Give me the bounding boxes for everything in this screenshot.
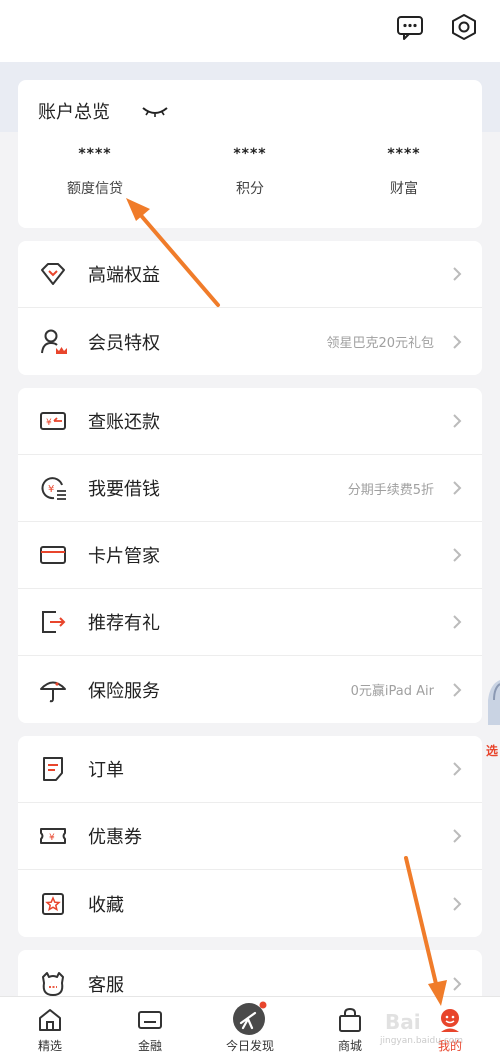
- bill-repay-icon: ¥: [40, 412, 66, 430]
- coupon-icon: ¥: [40, 828, 66, 844]
- menu-item-insurance[interactable]: 保险服务 0元赢iPad Air: [18, 656, 482, 723]
- menu-item-bill-repayment[interactable]: ¥ 查账还款: [18, 388, 482, 455]
- order-list-icon: [43, 757, 63, 781]
- tab-label: 金融: [137, 1039, 162, 1053]
- svg-text:¥: ¥: [49, 833, 55, 843]
- chevron-right-icon: [453, 334, 462, 349]
- tab-label: 精选: [37, 1039, 62, 1053]
- menu-item-referral-rewards[interactable]: 推荐有礼: [18, 589, 482, 656]
- screen: 账户总览 **** 额度信贷 **** 积分 **** 财富 高端权益 会员特权…: [0, 0, 500, 1058]
- stat-credit[interactable]: **** 额度信贷: [35, 146, 155, 198]
- stat-credit-value: ****: [78, 146, 112, 162]
- home-icon: [39, 1009, 61, 1031]
- tab-home[interactable]: 精选: [0, 997, 100, 1058]
- star-favorite-icon: [42, 892, 64, 915]
- menu-item-borrow-money[interactable]: ¥ 我要借钱 分期手续费5折: [18, 455, 482, 522]
- menu-item-card-manager[interactable]: 卡片管家: [18, 522, 482, 589]
- chevron-right-icon: [453, 414, 462, 428]
- chevron-right-icon: [453, 481, 462, 495]
- side-floating-ad[interactable]: 选: [484, 670, 500, 760]
- stat-points[interactable]: **** 积分: [190, 146, 310, 198]
- loan-icon: ¥: [41, 477, 66, 500]
- menu-item-orders[interactable]: 订单: [18, 736, 482, 803]
- menu-label: 优惠券: [88, 827, 142, 848]
- menu-label: 订单: [88, 760, 124, 781]
- watermark-url: jingyan.baidu.com: [380, 1036, 464, 1046]
- menu-hint: 领星巴克20元礼包: [326, 336, 434, 351]
- chevron-right-icon: [453, 682, 462, 697]
- top-bar: [0, 0, 500, 62]
- settings-icon[interactable]: [449, 12, 479, 42]
- menu-hint: 分期手续费5折: [347, 482, 434, 498]
- finance-menu-card: ¥ 查账还款 ¥ 我要借钱 分期手续费5折 卡片管家 推荐有礼 保险服务 0元赢…: [18, 388, 482, 723]
- chevron-right-icon: [453, 267, 462, 281]
- chevron-right-icon: [453, 896, 462, 911]
- hide-eye-icon[interactable]: [140, 104, 170, 118]
- menu-label: 查账还款: [88, 412, 160, 433]
- chevron-right-icon: [453, 548, 462, 562]
- share-exit-icon: [42, 611, 66, 633]
- account-overview-card: 账户总览 **** 额度信贷 **** 积分 **** 财富: [18, 80, 482, 228]
- stat-wealth-label: 财富: [390, 181, 418, 197]
- shopping-menu-card: 订单 ¥ 优惠券 收藏: [18, 736, 482, 937]
- menu-item-member-privileges[interactable]: 会员特权 领星巴克20元礼包: [18, 308, 482, 375]
- stat-points-value: ****: [233, 146, 267, 162]
- stat-credit-label: 额度信贷: [67, 181, 123, 197]
- message-icon[interactable]: [395, 12, 425, 42]
- chevron-right-icon: [453, 762, 462, 776]
- overview-title: 账户总览: [38, 102, 110, 123]
- bag-icon: [339, 1007, 361, 1032]
- ad-figure-icon: [488, 680, 500, 725]
- stat-wealth-value: ****: [387, 146, 421, 162]
- side-ad-label: 选: [486, 744, 499, 758]
- telescope-icon: [233, 1001, 267, 1035]
- tab-discover[interactable]: 今日发现: [200, 997, 300, 1058]
- tab-label: 今日发现: [225, 1039, 274, 1053]
- diamond-icon: [41, 263, 65, 285]
- menu-item-premium-benefits[interactable]: 高端权益: [18, 241, 482, 308]
- umbrella-icon: [40, 681, 66, 702]
- menu-label: 我要借钱: [88, 479, 160, 500]
- member-crown-icon: [41, 329, 67, 354]
- tab-finance[interactable]: 金融: [100, 997, 200, 1058]
- chevron-right-icon: [453, 615, 462, 629]
- svg-text:¥: ¥: [46, 418, 52, 428]
- menu-item-favorites[interactable]: 收藏: [18, 870, 482, 937]
- bottom-tab-bar: 精选 金融 今日发现 商城 我的: [0, 996, 500, 1058]
- bank-card-icon: [40, 546, 66, 564]
- benefits-menu-card: 高端权益 会员特权 领星巴克20元礼包: [18, 241, 482, 375]
- menu-label: 卡片管家: [88, 546, 160, 567]
- menu-label: 会员特权: [88, 332, 160, 354]
- menu-item-coupons[interactable]: ¥ 优惠券: [18, 803, 482, 870]
- stat-wealth[interactable]: **** 财富: [344, 146, 464, 198]
- stat-points-label: 积分: [236, 181, 264, 197]
- chevron-right-icon: [453, 976, 462, 991]
- svg-text:¥: ¥: [48, 484, 54, 495]
- watermark: Bai: [385, 1010, 421, 1034]
- menu-hint: 0元赢iPad Air: [350, 684, 434, 699]
- card-icon: [138, 1011, 162, 1029]
- menu-label: 保险服务: [88, 680, 160, 702]
- menu-label: 高端权益: [88, 265, 160, 286]
- menu-label: 推荐有礼: [88, 613, 160, 634]
- profile-icon: [441, 1009, 459, 1032]
- chevron-right-icon: [453, 829, 462, 843]
- menu-label: 收藏: [88, 894, 124, 916]
- customer-service-icon: [42, 971, 64, 996]
- menu-label: 客服: [88, 974, 124, 996]
